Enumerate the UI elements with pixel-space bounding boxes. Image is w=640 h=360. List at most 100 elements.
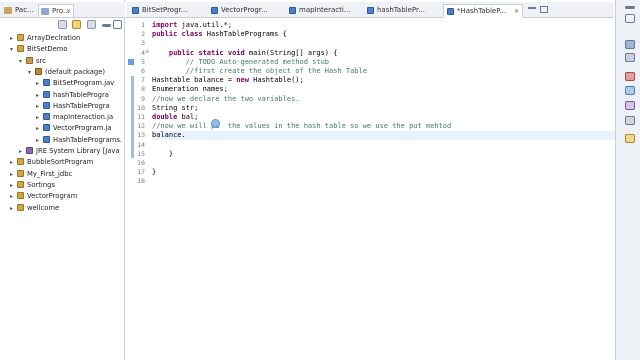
tree-item[interactable]: ▸ hashTableProgra [36, 90, 109, 101]
minimize-icon[interactable] [102, 24, 111, 27]
line-number: 14 [137, 140, 145, 149]
task-list-icon[interactable] [625, 53, 635, 62]
line-number: 10 [137, 103, 145, 112]
declaration-icon[interactable] [625, 101, 635, 110]
minimize-icon[interactable] [528, 7, 536, 9]
chevron-right-icon[interactable]: ▸ [10, 203, 17, 214]
editor-tab-label: hashTablePr... [377, 6, 425, 14]
tree-item[interactable]: ▸ My_First_jdbc [10, 169, 72, 180]
line-number: 3 [141, 39, 145, 48]
editor-tab[interactable]: hashTablePr... [364, 4, 440, 18]
maximize-icon[interactable] [625, 14, 635, 23]
search-icon[interactable] [625, 134, 635, 143]
line-number: 7 [141, 76, 145, 85]
chevron-right-icon[interactable]: ▸ [36, 101, 43, 112]
chevron-right-icon[interactable]: ▸ [10, 157, 17, 168]
chevron-right-icon[interactable]: ▸ [36, 123, 43, 134]
tree-item[interactable]: ▸ BubbleSortProgram [10, 157, 93, 168]
tree-item[interactable]: ▸ VectorProgram.ja [36, 123, 112, 134]
chevron-right-icon[interactable]: ▸ [36, 90, 43, 101]
code-line[interactable]: } [152, 150, 173, 159]
chevron-right-icon[interactable]: ▸ [10, 191, 17, 202]
tree-item-label: HashTableProgra [53, 101, 110, 110]
line-number: 18 [137, 177, 145, 186]
view-menu-icon[interactable] [87, 20, 96, 29]
package-explorer-icon [4, 7, 12, 14]
code-line[interactable]: } [152, 168, 156, 177]
tree-item[interactable]: ▸ HashTableProgra [36, 101, 110, 112]
chevron-down-icon[interactable]: ▾ [10, 44, 17, 55]
link-editor-icon[interactable] [72, 20, 81, 29]
tree-item[interactable]: ▾ src [19, 56, 46, 67]
problems-icon[interactable] [625, 72, 635, 81]
java-file-icon [367, 7, 374, 14]
code-line[interactable]: String str; [152, 104, 198, 113]
tree-item[interactable]: ▸ JRE System Library [Java [19, 146, 120, 157]
chevron-right-icon[interactable]: ▸ [36, 135, 43, 146]
chevron-down-icon[interactable]: ▾ [28, 67, 35, 78]
tab-project-explorer[interactable]: Pro... ✕ [38, 4, 74, 17]
code-line[interactable]: Enumeration names; [152, 85, 228, 94]
proj-icon [17, 192, 24, 200]
minimize-icon[interactable] [625, 6, 635, 9]
tree-item-label: (default package) [45, 67, 106, 76]
chevron-right-icon[interactable]: ▸ [36, 78, 43, 89]
maximize-icon[interactable] [113, 20, 122, 29]
code-line[interactable]: balance. [152, 131, 622, 141]
editor-tab-label: mapInteracti... [299, 6, 351, 14]
task-marker-icon[interactable] [128, 58, 134, 65]
tree-item[interactable]: ▸ Sortings [10, 180, 55, 191]
tree-item[interactable]: ▸ mapInteraction.ja [36, 112, 113, 123]
tree-item-label: Sortings [27, 180, 55, 189]
code-line[interactable]: double bal; [152, 113, 198, 122]
tree-item-label: BubbleSortProgram [27, 158, 94, 167]
tab-package-explorer[interactable]: Pac... [2, 4, 36, 17]
explorer-toolbar [0, 18, 125, 32]
tree-item[interactable]: ▸ HashTablePrograms. [36, 135, 122, 146]
java-file-icon [211, 7, 218, 14]
tree-item[interactable]: ▾ (default package) [28, 67, 105, 78]
tree-item[interactable]: ▾ BitSetDemo [10, 44, 68, 55]
code-line[interactable]: Hashtable balance = new Hashtable(); [152, 76, 304, 85]
chevron-right-icon[interactable]: ▸ [36, 112, 43, 123]
mouse-cursor-icon [211, 119, 220, 128]
editor-tab[interactable]: mapInteracti... [286, 4, 362, 18]
tree-item-label: VectorProgram.ja [53, 124, 112, 133]
code-line[interactable]: import java.util.*; [152, 21, 232, 30]
line-number: 1 [141, 21, 145, 29]
fold-toggle-icon[interactable]: ⊖ [145, 49, 149, 55]
chevron-right-icon[interactable]: ▸ [19, 146, 26, 157]
editor-tab[interactable]: *HashTableP... ✕ [443, 4, 523, 18]
chevron-right-icon[interactable]: ▸ [10, 33, 17, 44]
java-icon [43, 79, 50, 87]
editor-tab-label: BitSetProgr... [142, 6, 188, 14]
tree-item[interactable]: ▸ ArrayDeclration [10, 33, 80, 44]
tree-item[interactable]: ▸ wellcome [10, 203, 59, 214]
collapse-all-icon[interactable] [58, 20, 67, 29]
code-line[interactable]: //now we will pu the values in the hash … [152, 122, 451, 131]
right-toolbar [615, 0, 640, 360]
code-line[interactable]: public static void main(String[] args) { [152, 49, 338, 58]
chevron-right-icon[interactable]: ▸ [10, 180, 17, 191]
editor-tab[interactable]: BitSetProgr... [129, 4, 205, 18]
proj-icon [17, 180, 24, 188]
chevron-right-icon[interactable]: ▸ [10, 169, 17, 180]
line-number: 2 [141, 30, 145, 39]
tree-item[interactable]: ▸ BitSetProgram.jav [36, 78, 114, 89]
code-line[interactable]: public class HashTablePrograms { [152, 30, 287, 39]
close-icon[interactable]: ✕ [66, 5, 71, 18]
close-icon[interactable]: ✕ [514, 5, 519, 18]
code-line[interactable]: //now we declare the two variables. [152, 95, 300, 104]
maximize-icon[interactable] [540, 6, 548, 13]
code-line[interactable]: //first create the object of the Hash Ta… [152, 67, 367, 76]
tree-item[interactable]: ▸ VectorProgram [10, 191, 77, 202]
outline-icon[interactable] [625, 40, 635, 49]
editor-tab[interactable]: VectorProgr... [208, 4, 284, 18]
editor-tabs: BitSetProgr... VectorProgr... mapInteracti… [126, 2, 614, 18]
java-icon [43, 135, 50, 143]
chevron-down-icon[interactable]: ▾ [19, 56, 26, 67]
code-line[interactable]: // TODO Auto-generated method stub [152, 58, 329, 67]
javadoc-icon[interactable] [625, 86, 635, 95]
tree-item-label: JRE System Library [Java [36, 147, 120, 155]
console-icon[interactable] [625, 116, 635, 125]
